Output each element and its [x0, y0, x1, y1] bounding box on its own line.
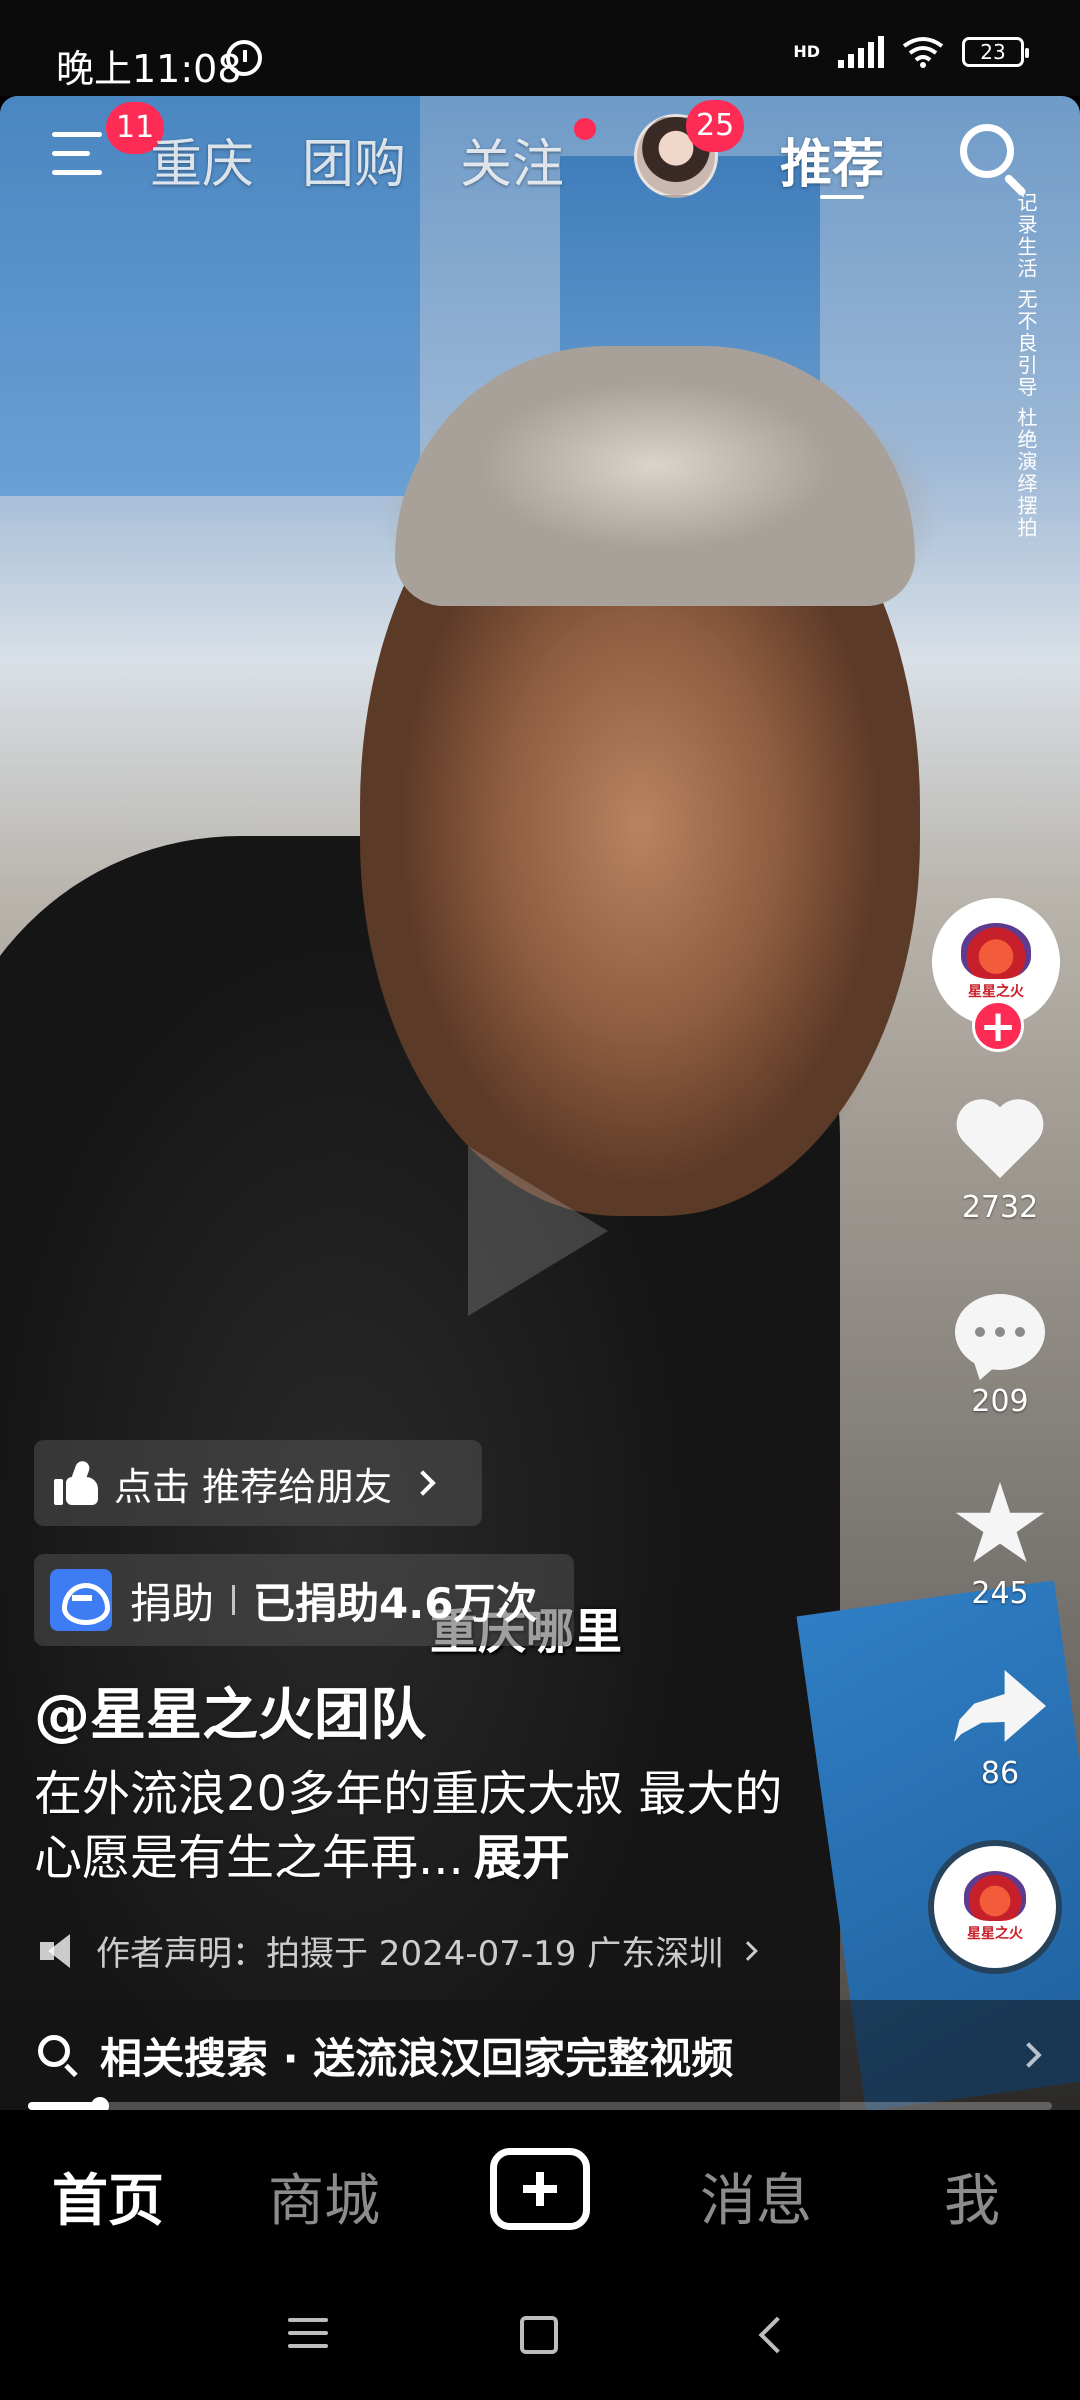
active-tab-indicator [820, 195, 864, 199]
recommend-label: 点击 推荐给朋友 [114, 1464, 393, 1509]
star-icon [955, 1482, 1045, 1563]
status-time: 晚上11:08 [56, 47, 242, 91]
signal-icon [838, 36, 884, 68]
like-count: 2732 [961, 1190, 1039, 1225]
play-icon[interactable] [468, 1146, 608, 1316]
recent-apps-icon[interactable] [288, 2318, 328, 2357]
video-watermark: 记录生活 无不良引导 杜绝演绎摆拍 [1014, 192, 1038, 539]
related-search-text: 相关搜索 · 送流浪汉回家完整视频 [100, 2033, 734, 2083]
divider [232, 1585, 236, 1615]
donate-count: 已捐助4.6万次 [253, 1578, 538, 1628]
music-disc-label: 星星之火 [967, 1926, 1023, 1942]
like-button[interactable]: 2732 [930, 1102, 1070, 1225]
recommend-to-friend-button[interactable]: 点击 推荐给朋友 [34, 1440, 482, 1526]
status-icons: HD 23 [793, 36, 1029, 68]
follow-button[interactable]: + [972, 1000, 1024, 1052]
donate-heart-icon [50, 1569, 112, 1631]
logo-flame-icon [961, 923, 1031, 979]
back-icon[interactable] [758, 2316, 796, 2354]
home-icon[interactable] [520, 2316, 558, 2354]
playback-progress[interactable] [28, 2097, 1052, 2115]
following-dot [574, 118, 596, 140]
author-statement[interactable]: 作者声明：拍摄于 2024-07-19 广东深圳 [40, 1926, 759, 1975]
share-icon [954, 1670, 1046, 1742]
chevron-right-icon [1016, 2042, 1042, 2068]
tab-recommend[interactable]: 推荐 [780, 122, 884, 197]
thumbs-up-icon [54, 1459, 98, 1505]
video-description: 在外流浪20多年的重庆大叔 最大的心愿是有生之年再... 展开 [34, 1762, 794, 1890]
search-icon [38, 2035, 78, 2078]
system-nav-bar [0, 2270, 1080, 2400]
favorite-button[interactable]: 245 [930, 1482, 1070, 1611]
music-disc[interactable]: 星星之火 [934, 1846, 1056, 1968]
share-button[interactable]: 86 [930, 1670, 1070, 1791]
related-search-bar[interactable]: 相关搜索 · 送流浪汉回家完整视频 [0, 2000, 1080, 2110]
comment-count: 209 [971, 1384, 1029, 1419]
description-text: 在外流浪20多年的重庆大叔 最大的心愿是有生之年再... [34, 1766, 783, 1886]
network-hd-label: HD [793, 42, 820, 61]
donate-label: 捐助 [130, 1578, 215, 1628]
bottom-tab-bar: 首页 商城 消息 我 [0, 2110, 1080, 2270]
share-count: 86 [980, 1756, 1020, 1791]
tab-group-buy[interactable]: 团购 [302, 122, 406, 197]
statement-text: 作者声明：拍摄于 2024-07-19 广东深圳 [96, 1934, 724, 1974]
status-bar: 晚上11:08 HD 23 [0, 0, 1080, 96]
menu-icon[interactable] [52, 132, 108, 182]
search-icon[interactable] [960, 124, 1028, 198]
tab-home[interactable]: 首页 [52, 2156, 164, 2237]
comment-icon [955, 1294, 1045, 1370]
chevron-right-icon [410, 1470, 436, 1496]
tab-me[interactable]: 我 [944, 2156, 1000, 2237]
favorite-count: 245 [971, 1576, 1029, 1611]
battery-icon: 23 [962, 37, 1029, 67]
donate-button[interactable]: 捐助 已捐助4.6万次 [34, 1554, 574, 1646]
tab-mall[interactable]: 商城 [268, 2156, 380, 2237]
wifi-icon [902, 37, 944, 68]
create-plus-icon[interactable] [490, 2148, 590, 2230]
expand-link[interactable]: 展开 [474, 1830, 570, 1886]
heart-icon [954, 1102, 1046, 1184]
comment-button[interactable]: 209 [930, 1294, 1070, 1419]
video-subject-hair [395, 346, 915, 606]
progress-fill [28, 2102, 100, 2110]
avatar-badge: 25 [686, 100, 745, 152]
speaker-icon [40, 1933, 78, 1968]
alarm-icon [226, 40, 262, 76]
chevron-right-icon [738, 1940, 759, 1961]
logo-flame-icon [964, 1871, 1026, 1921]
tab-following[interactable]: 关注 [460, 122, 564, 197]
tab-messages[interactable]: 消息 [700, 2156, 812, 2237]
author-name[interactable]: @星星之火团队 [34, 1670, 426, 1751]
tab-chongqing[interactable]: 重庆 [150, 122, 254, 197]
logo-text: 星星之火 [968, 984, 1024, 1000]
